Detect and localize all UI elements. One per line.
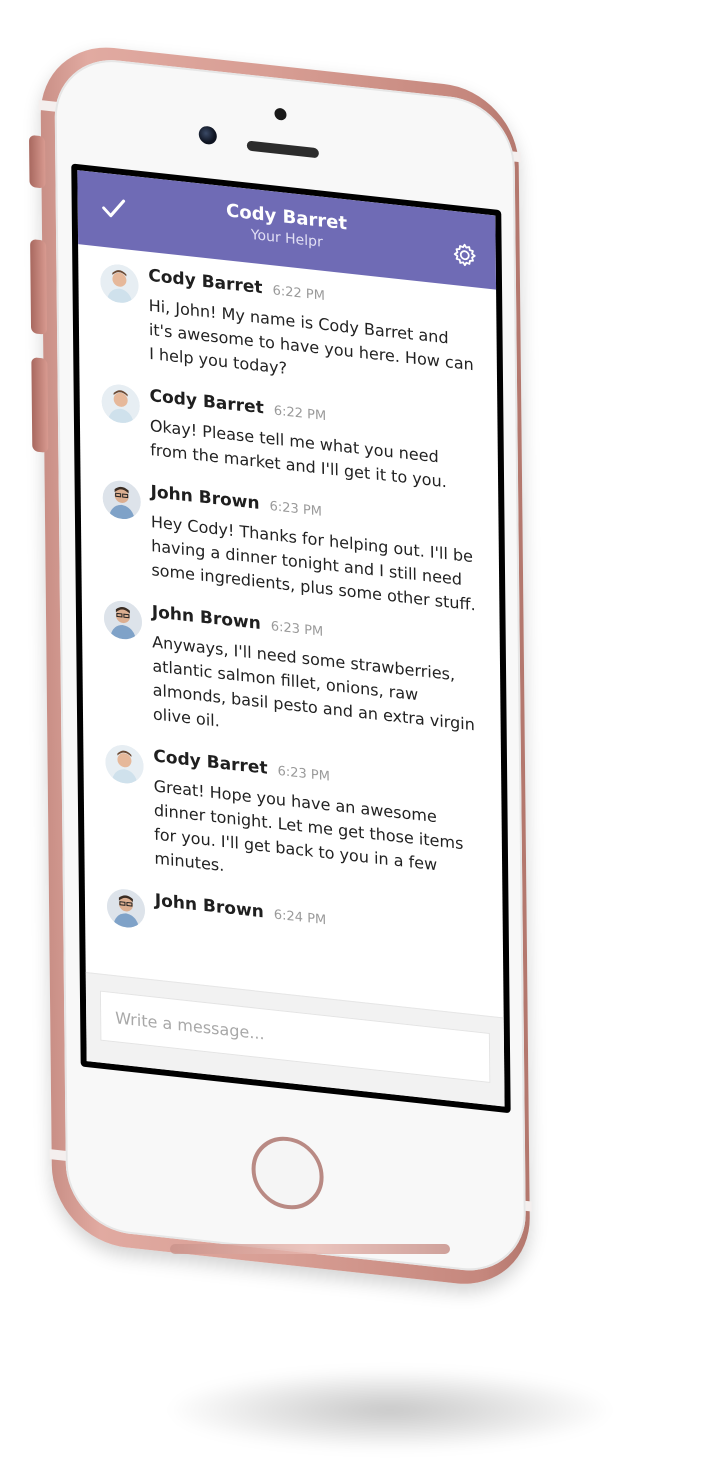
home-button[interactable] [251, 1133, 324, 1213]
avatar-john-icon [102, 478, 141, 522]
timestamp: 6:22 PM [272, 283, 326, 305]
timestamp: 6:23 PM [270, 619, 324, 640]
stage: Cody Barret Your Helpr Cody Barret 6:22 … [0, 0, 708, 1484]
sender-name: Cody Barret [153, 746, 268, 779]
chat-app: Cody Barret Your Helpr Cody Barret 6:22 … [77, 170, 505, 1107]
gear-icon[interactable] [452, 241, 478, 270]
phone-bottom-edge [170, 1244, 450, 1254]
avatar [101, 382, 140, 425]
avatar-john-icon [106, 887, 146, 930]
avatar-cody-icon [101, 382, 140, 425]
avatar [102, 478, 141, 522]
timestamp: 6:24 PM [273, 907, 327, 929]
earpiece-speaker [246, 140, 319, 159]
phone-body: Cody Barret Your Helpr Cody Barret 6:22 … [29, 40, 532, 1292]
phone-mockup: Cody Barret Your Helpr Cody Barret 6:22 … [0, 0, 708, 1484]
avatar [103, 598, 143, 642]
phone-face: Cody Barret Your Helpr Cody Barret 6:22 … [54, 53, 527, 1277]
front-camera-icon [198, 125, 217, 146]
timestamp: 6:23 PM [269, 498, 323, 520]
sender-name: John Brown [150, 482, 260, 514]
message-list[interactable]: Cody Barret 6:22 PM Hi, John! My name is… [78, 244, 504, 1050]
avatar [105, 743, 144, 786]
volume-up-button [30, 238, 48, 335]
volume-down-button [31, 357, 49, 453]
avatar [100, 262, 139, 305]
phone-screen: Cody Barret Your Helpr Cody Barret 6:22 … [71, 163, 511, 1114]
avatar-cody-icon [100, 262, 139, 305]
proximity-sensor [274, 107, 287, 121]
avatar [106, 887, 146, 930]
sender-name: John Brown [151, 602, 261, 635]
avatar-cody-icon [105, 743, 144, 786]
timestamp: 6:23 PM [277, 763, 331, 785]
sender-name: John Brown [154, 890, 264, 923]
timestamp: 6:22 PM [273, 403, 327, 425]
sender-name: Cody Barret [148, 265, 263, 299]
sender-name: Cody Barret [149, 385, 264, 419]
mute-switch [29, 134, 46, 189]
avatar-john-icon [103, 598, 143, 642]
